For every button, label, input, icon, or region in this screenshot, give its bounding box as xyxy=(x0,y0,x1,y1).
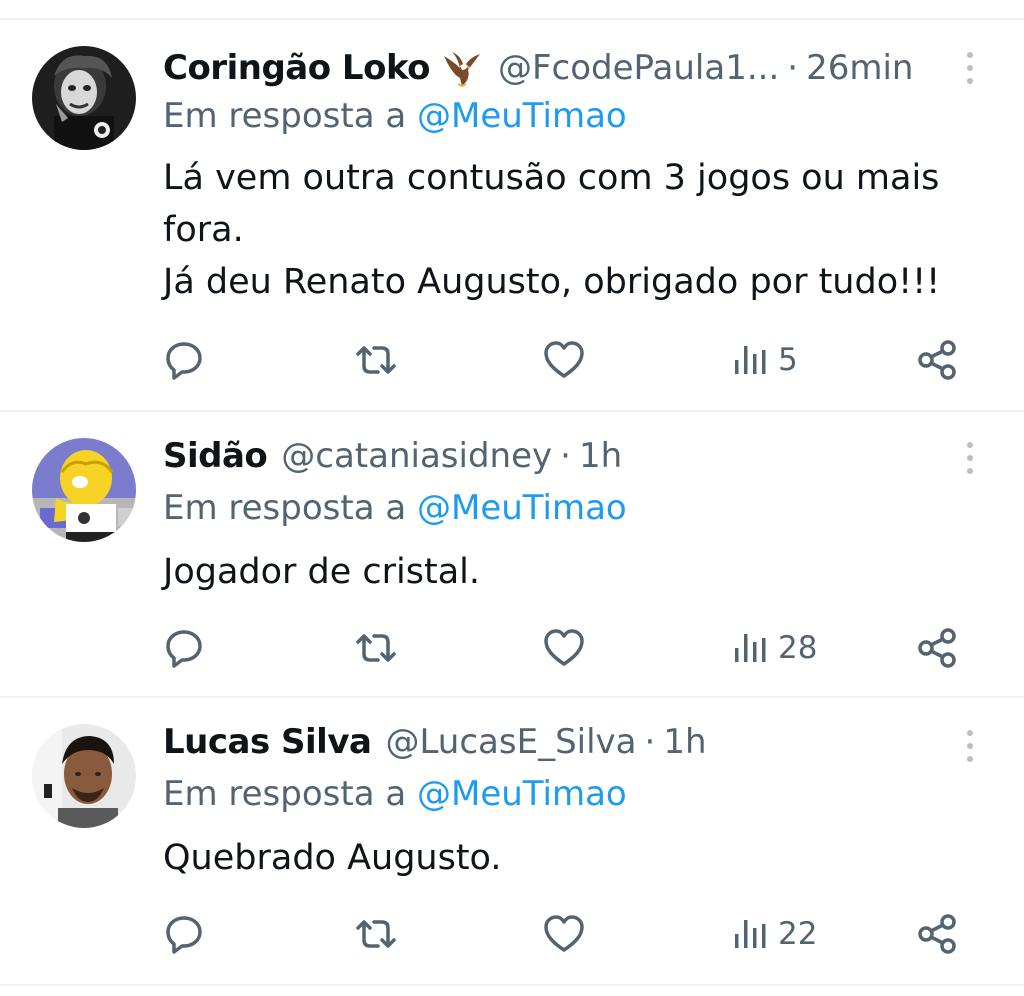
replying-prefix: Em resposta a xyxy=(163,488,417,528)
share-icon xyxy=(918,340,956,380)
display-name[interactable]: Sidão xyxy=(163,436,268,476)
more-options-icon[interactable] xyxy=(958,438,982,478)
tweet-text: Quebrado Augusto. xyxy=(163,832,963,884)
display-name[interactable]: Lucas Silva xyxy=(163,722,372,762)
replying-to: Em resposta a @MeuTimao xyxy=(163,488,627,528)
replying-to: Em resposta a @MeuTimao xyxy=(163,774,627,814)
retweet-icon xyxy=(356,346,396,374)
tweet-text-line: Lá vem outra contusão com 3 jogos ou mai… xyxy=(163,158,940,198)
avatar[interactable] xyxy=(32,724,136,828)
reply-button[interactable] xyxy=(162,338,206,382)
tweet-text-line: Já deu Renato Augusto, obrigado por tudo… xyxy=(163,262,941,302)
views-button[interactable]: 28 xyxy=(732,626,817,670)
display-name[interactable]: Coringão Loko xyxy=(163,48,431,88)
timestamp[interactable]: 1h xyxy=(579,436,622,476)
retweet-button[interactable] xyxy=(352,626,400,670)
more-options-icon[interactable] xyxy=(958,726,982,766)
tweet-header: Lucas Silva @LucasE_Silva · 1h xyxy=(163,720,707,764)
separator-dot: · xyxy=(644,722,656,762)
tweet-text: Lá vem outra contusão com 3 jogos ou mai… xyxy=(163,152,963,308)
views-chart-icon xyxy=(735,346,766,374)
reply-icon xyxy=(166,630,202,668)
timestamp[interactable]: 26min xyxy=(806,48,913,88)
retweet-icon xyxy=(356,920,396,948)
tweet-text-line: fora. xyxy=(163,210,244,250)
avatar[interactable] xyxy=(32,46,136,150)
avatar[interactable] xyxy=(32,438,136,542)
user-handle[interactable]: @cataniasidney xyxy=(281,436,552,476)
separator-dot: · xyxy=(560,436,571,476)
share-icon xyxy=(918,914,956,954)
like-button[interactable] xyxy=(542,912,586,956)
mention-link[interactable]: @MeuTimao xyxy=(417,488,627,528)
replying-prefix: Em resposta a xyxy=(163,774,417,814)
views-chart-icon xyxy=(735,634,766,662)
retweet-button[interactable] xyxy=(352,338,400,382)
user-handle[interactable]: @FcodePaula1... xyxy=(498,48,779,88)
tweet-text-line: Jogador de cristal. xyxy=(163,552,481,592)
views-button[interactable]: 5 xyxy=(732,338,798,382)
reply-tweet[interactable]: Lucas Silva @LucasE_Silva · 1h Em respos… xyxy=(0,698,1024,984)
views-chart-icon xyxy=(735,920,766,948)
mention-link[interactable]: @MeuTimao xyxy=(417,774,627,814)
replying-prefix: Em resposta a xyxy=(163,96,417,136)
views-count: 28 xyxy=(778,630,818,666)
reply-tweet[interactable]: Sidão @cataniasidney · 1h Em resposta a … xyxy=(0,412,1024,696)
heart-icon xyxy=(544,629,584,666)
profile-photo-image xyxy=(32,724,136,828)
reply-button[interactable] xyxy=(162,626,206,670)
reply-button[interactable] xyxy=(162,912,206,956)
joker-avatar-image xyxy=(32,46,136,150)
views-button[interactable]: 22 xyxy=(732,912,817,956)
share-button[interactable] xyxy=(916,626,960,670)
replying-to: Em resposta a @MeuTimao xyxy=(163,96,627,136)
timestamp[interactable]: 1h xyxy=(663,722,706,762)
retweet-icon xyxy=(356,634,396,662)
tweet-header: Sidão @cataniasidney · 1h xyxy=(163,434,622,478)
cartoon-avatar-image xyxy=(32,438,136,542)
views-count: 5 xyxy=(778,342,798,378)
eagle-emoji-icon xyxy=(440,48,484,88)
like-button[interactable] xyxy=(542,338,586,382)
reply-tweet[interactable]: Coringão Loko @FcodePaula1... · 26min Em… xyxy=(0,20,1024,410)
share-button[interactable] xyxy=(916,912,960,956)
tweet-text-line: Quebrado Augusto. xyxy=(163,838,502,878)
separator-dot: · xyxy=(787,48,799,88)
bottom-divider xyxy=(0,984,1024,986)
reply-icon xyxy=(166,342,202,380)
user-handle[interactable]: @LucasE_Silva xyxy=(385,722,636,762)
reply-icon xyxy=(166,916,202,954)
tweet-text: Jogador de cristal. xyxy=(163,546,963,598)
heart-icon xyxy=(544,915,584,952)
share-icon xyxy=(918,628,956,668)
mention-link[interactable]: @MeuTimao xyxy=(417,96,627,136)
like-button[interactable] xyxy=(542,626,586,670)
more-options-icon[interactable] xyxy=(958,48,982,88)
share-button[interactable] xyxy=(916,338,960,382)
tweet-header: Coringão Loko @FcodePaula1... · 26min xyxy=(163,46,913,90)
heart-icon xyxy=(544,341,584,378)
retweet-button[interactable] xyxy=(352,912,400,956)
views-count: 22 xyxy=(778,916,818,952)
